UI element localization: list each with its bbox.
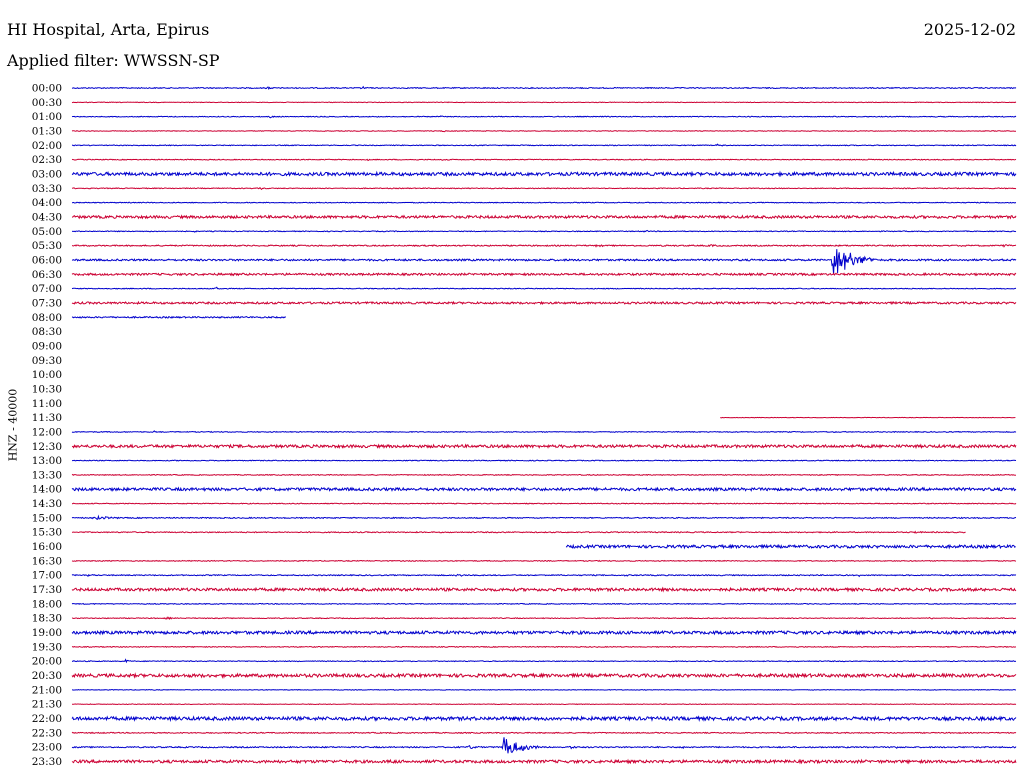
row-time-label: 20:30 xyxy=(32,670,62,682)
trace-row xyxy=(71,616,1017,621)
row-time-label: 03:30 xyxy=(32,183,62,195)
trace-row xyxy=(71,473,1017,476)
trace-row xyxy=(71,158,1017,162)
row-time-label: 05:00 xyxy=(32,226,62,238)
trace-row xyxy=(71,514,1017,520)
row-time-label: 13:00 xyxy=(32,455,62,467)
row-time-label: 09:30 xyxy=(32,355,62,367)
row-time-label: 12:00 xyxy=(32,426,62,438)
trace-row xyxy=(71,272,1017,277)
row-time-label: 17:00 xyxy=(32,570,62,582)
trace-row xyxy=(71,715,1017,723)
trace-row xyxy=(71,300,1017,306)
row-time-label: 01:30 xyxy=(32,125,62,137)
trace-row xyxy=(71,443,1017,450)
trace-row xyxy=(71,672,1017,679)
trace-row xyxy=(71,249,1017,275)
trace-row xyxy=(71,315,286,319)
row-time-label: 07:30 xyxy=(32,297,62,309)
row-time-label: 16:00 xyxy=(32,541,62,553)
row-time-label: 06:00 xyxy=(32,254,62,266)
trace-row xyxy=(71,629,1017,636)
trace-row xyxy=(71,486,1017,493)
trace-row xyxy=(565,543,1016,550)
row-time-label: 02:30 xyxy=(32,154,62,166)
trace-row xyxy=(71,170,1017,178)
row-time-label: 22:30 xyxy=(32,727,62,739)
trace-row xyxy=(71,115,1017,119)
row-time-label: 18:00 xyxy=(32,598,62,610)
helicorder-plot: 00:00 00:30 01:00 01:30 02:00 02:30 03:00 03:30… xyxy=(32,83,1017,768)
row-time-label: 06:30 xyxy=(32,269,62,281)
row-time-label: 03:00 xyxy=(32,168,62,180)
trace-row xyxy=(71,143,1017,147)
row-time-label: 23:30 xyxy=(32,756,62,768)
row-time-label: 21:30 xyxy=(32,699,62,711)
trace-row xyxy=(71,530,966,534)
trace-row xyxy=(71,645,1017,648)
row-time-label: 08:30 xyxy=(32,326,62,338)
row-time-label: 09:00 xyxy=(32,340,62,352)
row-time-label: 05:30 xyxy=(32,240,62,252)
trace-row xyxy=(71,586,1017,593)
trace-row xyxy=(71,101,1017,104)
row-time-label: 02:00 xyxy=(32,140,62,152)
row-time-label: 19:30 xyxy=(32,641,62,653)
row-time-label: 08:00 xyxy=(32,312,62,324)
trace-row xyxy=(71,502,1017,505)
row-time-label: 20:00 xyxy=(32,656,62,668)
trace-row xyxy=(71,286,1017,290)
trace-row xyxy=(71,130,1016,133)
row-time-label: 15:30 xyxy=(32,527,62,539)
trace-row xyxy=(71,658,1017,664)
row-time-label: 07:00 xyxy=(32,283,62,295)
trace-row xyxy=(71,214,1017,220)
trace-row xyxy=(71,758,1017,765)
row-time-label: 00:30 xyxy=(32,97,62,109)
trace-row xyxy=(71,201,1017,204)
trace-row xyxy=(71,85,1017,91)
row-time-label: 11:00 xyxy=(32,398,62,410)
trace-row xyxy=(71,430,1017,434)
row-time-label: 21:00 xyxy=(32,684,62,696)
row-time-label: 14:30 xyxy=(32,498,62,510)
trace-row xyxy=(71,731,1017,735)
trace-row xyxy=(72,703,1017,706)
row-time-label: 01:00 xyxy=(32,111,62,123)
row-time-label: 04:00 xyxy=(32,197,62,209)
row-time-label: 11:30 xyxy=(32,412,62,424)
row-time-label: 22:00 xyxy=(32,713,62,725)
trace-row xyxy=(71,573,1017,578)
trace-row xyxy=(72,689,1017,691)
trace-row xyxy=(71,229,1017,233)
row-time-label: 13:30 xyxy=(32,469,62,481)
row-time-label: 10:00 xyxy=(32,369,62,381)
trace-row xyxy=(71,602,1017,606)
trace-row xyxy=(71,737,1017,754)
row-time-label: 14:00 xyxy=(32,484,62,496)
row-time-label: 10:30 xyxy=(32,383,62,395)
row-time-label: 15:00 xyxy=(32,512,62,524)
row-time-label: 12:30 xyxy=(32,441,62,453)
trace-row xyxy=(71,243,1017,248)
row-time-label: 19:00 xyxy=(32,627,62,639)
row-time-label: 23:00 xyxy=(32,742,62,754)
row-time-label: 16:30 xyxy=(32,555,62,567)
row-time-label: 04:30 xyxy=(32,211,62,223)
row-time-label: 18:30 xyxy=(32,613,62,625)
trace-row xyxy=(71,186,1017,191)
trace-row xyxy=(72,459,1017,462)
row-time-label: 17:30 xyxy=(32,584,62,596)
trace-row xyxy=(71,559,1017,562)
row-time-label: 00:00 xyxy=(32,83,62,95)
